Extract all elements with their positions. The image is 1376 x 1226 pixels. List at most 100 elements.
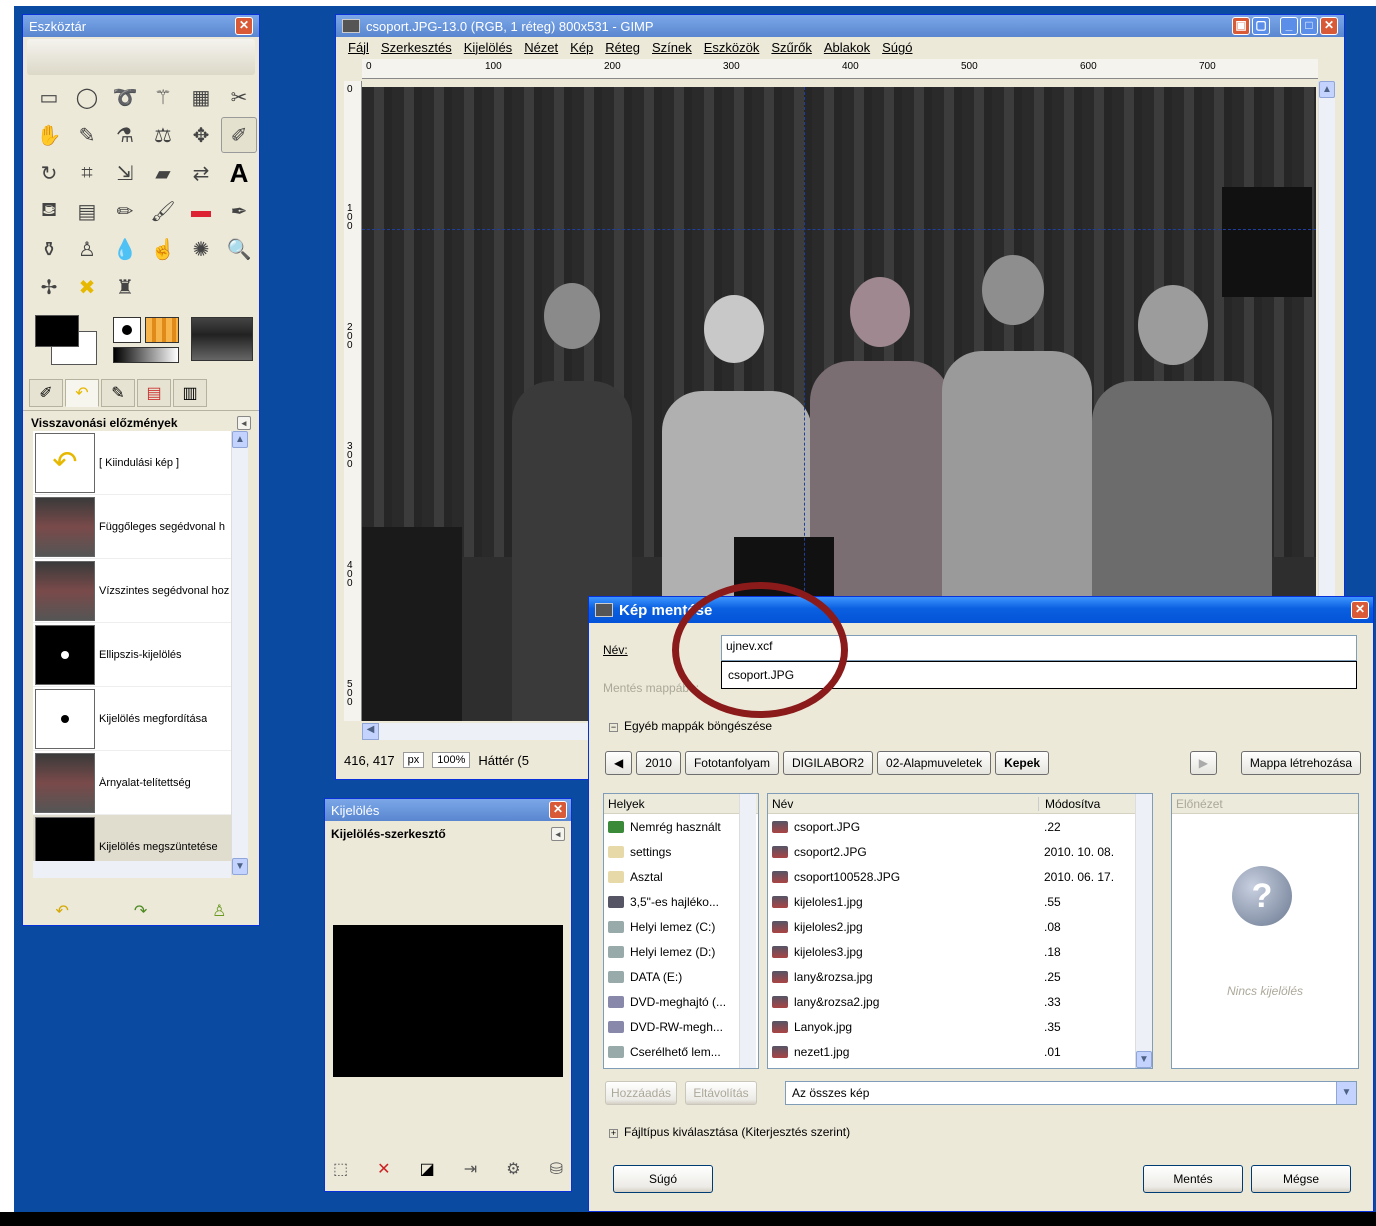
select-none-icon[interactable]: ✕ [377, 1159, 390, 1179]
scissors-tool-icon[interactable]: ✂ [221, 79, 257, 115]
dodge-burn-tool-icon[interactable]: ✺ [183, 231, 219, 267]
stroke-selection-icon[interactable]: ⚙ [506, 1159, 520, 1179]
shear-tool-icon[interactable]: ▰ [145, 155, 181, 191]
magic-wand-tool-icon[interactable]: ⚚ [145, 79, 181, 115]
filetype-expander[interactable]: + Fájltípus kiválasztása (Kiterjesztés sz… [609, 1125, 850, 1139]
history-scrollbar[interactable]: ▲ ▼ [231, 431, 248, 875]
text-tool-icon[interactable]: A [221, 155, 257, 191]
menu-item[interactable]: Kijelölés [464, 40, 512, 55]
places-scrollbar[interactable] [739, 794, 756, 1068]
pattern-indicator[interactable] [145, 317, 179, 343]
clear-history-icon[interactable]: ♙ [212, 901, 226, 921]
tool-options-tab-icon[interactable]: ✐ [29, 379, 63, 407]
place-item[interactable]: 3,5"-es hajléko... [604, 889, 758, 914]
horizontal-guide[interactable] [362, 229, 1316, 230]
lasso-tool-icon[interactable]: ➰ [107, 79, 143, 115]
save-button[interactable]: Mentés [1143, 1165, 1243, 1193]
zoom-select[interactable]: 100% [432, 752, 471, 768]
place-item[interactable]: DVD-RW-megh... [604, 1014, 758, 1039]
file-row[interactable]: lany&rozsa2.jpg .33 [768, 989, 1152, 1014]
place-item[interactable]: Nemrég használt [604, 814, 758, 839]
file-row[interactable]: kijeloles3.jpg .18 [768, 939, 1152, 964]
history-hscrollbar[interactable] [33, 861, 231, 878]
menu-item[interactable]: Fájl [348, 40, 369, 55]
perspective-clone-tool-icon[interactable]: ♜ [107, 269, 143, 305]
menu-item[interactable]: Ablakok [824, 40, 870, 55]
paths-tool-icon[interactable]: ✎ [69, 117, 105, 153]
path-back-icon[interactable]: ◀ [605, 751, 633, 775]
history-item[interactable]: Árnyalat-telítettség [33, 751, 231, 815]
foreground-select-tool-icon[interactable]: ✋ [31, 117, 67, 153]
file-row[interactable]: Lanyok.jpg .35 [768, 1014, 1152, 1039]
filename-input[interactable]: ujnev.xcf [721, 635, 1357, 661]
heal-tool-icon[interactable]: ✖ [69, 269, 105, 305]
undo-history-tab-icon[interactable]: ↶ [65, 379, 99, 407]
name-column-header[interactable]: Név [768, 797, 1038, 811]
blend-tool-icon[interactable]: ▤ [69, 193, 105, 229]
maximize-icon[interactable]: □ [1300, 17, 1318, 35]
horizontal-ruler[interactable]: 0 100 200 300 400 500 600 700 [362, 59, 1318, 79]
remove-place-button[interactable]: Eltávolítás [685, 1081, 757, 1105]
history-item[interactable]: Függőleges segédvonal h [33, 495, 231, 559]
blur-tool-icon[interactable]: 💧 [107, 231, 143, 267]
toolbox-titlebar[interactable]: Eszköztár [23, 15, 259, 37]
color-picker-tool-icon[interactable]: ⚗ [107, 117, 143, 153]
file-row[interactable]: kijeloles1.jpg .55 [768, 889, 1152, 914]
selection-preview[interactable] [333, 925, 563, 1077]
redo-icon[interactable]: ↷ [134, 901, 147, 921]
history-item[interactable]: Vízszintes segédvonal hoz [33, 559, 231, 623]
bucket-fill-tool-icon[interactable]: ⛾ [31, 193, 67, 229]
file-row[interactable]: kijeloles2.jpg .08 [768, 914, 1152, 939]
image-hscrollbar[interactable]: ◀ [362, 723, 602, 740]
history-item[interactable]: Ellipszis-kijelölés [33, 623, 231, 687]
channels-tab-icon[interactable]: ▥ [173, 379, 207, 407]
file-row[interactable]: lany&rozsa.jpg .25 [768, 964, 1152, 989]
history-item[interactable]: ↶ [ Kiindulási kép ] [33, 431, 231, 495]
scroll-down-icon[interactable]: ▼ [1136, 1051, 1152, 1068]
selection-titlebar[interactable]: Kijelölés [325, 799, 571, 821]
menu-item[interactable]: Kép [570, 40, 593, 55]
place-item[interactable]: Helyi lemez (C:) [604, 914, 758, 939]
path-button-kepek[interactable]: Kepek [995, 751, 1050, 775]
place-item[interactable]: Helyi lemez (D:) [604, 939, 758, 964]
browse-folders-expander[interactable]: − Egyéb mappák böngészése [609, 719, 772, 733]
place-item[interactable]: DATA (E:) [604, 964, 758, 989]
undo-icon[interactable]: ↶ [55, 901, 68, 921]
path-button-alapmuveletek[interactable]: 02-Alapmuveletek [877, 751, 992, 775]
crop-tool-icon[interactable]: ⌗ [69, 155, 105, 191]
minimize-icon[interactable]: _ [1280, 17, 1298, 35]
place-item[interactable]: DVD-meghajtó (... [604, 989, 758, 1014]
scroll-down-icon[interactable]: ▼ [232, 858, 248, 875]
menu-item[interactable]: Súgó [882, 40, 912, 55]
modified-column-header[interactable]: Módosítva [1038, 796, 1138, 811]
clone-tool-icon[interactable]: ♙ [69, 231, 105, 267]
close-icon[interactable]: ✕ [549, 801, 567, 819]
file-row[interactable]: csoport.JPG .22 [768, 814, 1152, 839]
rotate-tool-icon[interactable]: ↻ [31, 155, 67, 191]
scale-tool-icon[interactable]: ⇲ [107, 155, 143, 191]
eraser-tool-icon[interactable]: ▬ [183, 193, 219, 229]
smudge-tool-icon[interactable]: ☝ [145, 231, 181, 267]
menu-item[interactable]: Nézet [524, 40, 558, 55]
place-item[interactable]: Asztal [604, 864, 758, 889]
unit-select[interactable]: px [402, 752, 425, 768]
invert-selection-icon[interactable]: ◪ [420, 1159, 435, 1179]
transform-tool-icon[interactable]: ✢ [31, 269, 67, 305]
scroll-left-icon[interactable]: ◀ [362, 723, 379, 740]
vertical-ruler[interactable]: 0 100 200 300 400 500 [344, 81, 362, 721]
history-item[interactable]: Kijelölés megfordítása [33, 687, 231, 751]
place-item[interactable]: Cserélhető lem... [604, 1039, 758, 1064]
create-folder-button[interactable]: Mappa létrehozása [1240, 751, 1361, 775]
filename-completion-popup[interactable]: csoport.JPG [721, 661, 1357, 689]
places-header[interactable]: Helyek [604, 794, 758, 814]
airbrush-tool-icon[interactable]: ✒ [221, 193, 257, 229]
nav-icon[interactable]: ▣ [1232, 17, 1250, 35]
rect-select-tool-icon[interactable]: ▭ [31, 79, 67, 115]
flip-tool-icon[interactable]: ⇄ [183, 155, 219, 191]
path-button-fototanfolyam[interactable]: Fototanfolyam [684, 751, 779, 775]
color-select-tool-icon[interactable]: ▦ [183, 79, 219, 115]
gradient-indicator[interactable] [113, 347, 179, 363]
cancel-button[interactable]: Mégse [1251, 1165, 1351, 1193]
help-button[interactable]: Súgó [613, 1165, 713, 1193]
menu-item[interactable]: Színek [652, 40, 692, 55]
